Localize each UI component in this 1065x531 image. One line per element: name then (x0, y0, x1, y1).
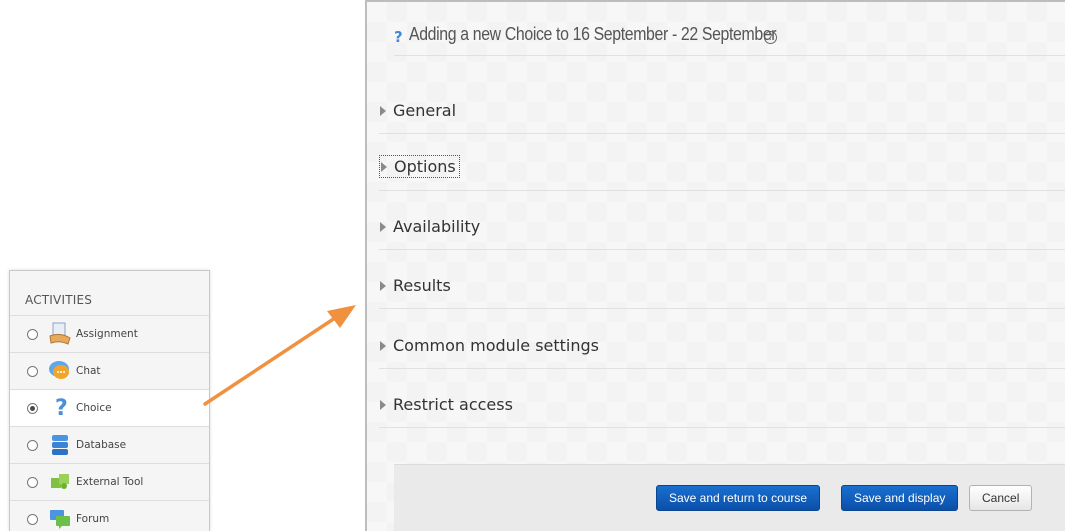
form-header: ? Adding a new Choice to 16 September - … (394, 24, 1065, 56)
section-label: Restrict access (393, 395, 513, 414)
collapse-triangle-icon (380, 221, 386, 232)
section-header[interactable]: Common module settings (379, 335, 602, 356)
section-label: General (393, 101, 457, 120)
section-header[interactable]: Restrict access (379, 394, 516, 415)
section-restrict-access[interactable]: Restrict access (379, 368, 1065, 428)
section-label: Results (393, 276, 451, 295)
section-header[interactable]: Options (379, 155, 460, 178)
collapse-triangle-icon (380, 105, 386, 116)
collapse-triangle-icon (381, 161, 387, 172)
page-title: Adding a new Choice to 16 September - 22… (408, 24, 777, 44)
question-icon: ? (394, 28, 403, 46)
save-and-return-button[interactable]: Save and return to course (656, 485, 821, 511)
section-label: Options (394, 157, 456, 176)
section-general[interactable]: General (379, 74, 1065, 134)
save-and-display-button[interactable]: Save and display (841, 485, 959, 511)
choice-form-panel: ? Adding a new Choice to 16 September - … (365, 0, 1065, 531)
section-options[interactable]: Options (379, 131, 1065, 191)
form-buttons-bar: Save and return to course Save and displ… (394, 464, 1065, 531)
section-availability[interactable]: Availability (379, 190, 1065, 250)
section-header[interactable]: Results (379, 275, 454, 296)
collapse-triangle-icon (380, 280, 386, 291)
section-label: Common module settings (393, 336, 599, 355)
section-header[interactable]: Availability (379, 216, 483, 237)
collapse-triangle-icon (380, 340, 386, 351)
section-header[interactable]: General (379, 100, 459, 121)
cancel-button[interactable]: Cancel (969, 485, 1033, 511)
section-common-module-settings[interactable]: Common module settings (379, 309, 1065, 369)
section-label: Availability (393, 217, 481, 236)
collapse-triangle-icon (380, 399, 386, 410)
section-results[interactable]: Results (379, 249, 1065, 309)
